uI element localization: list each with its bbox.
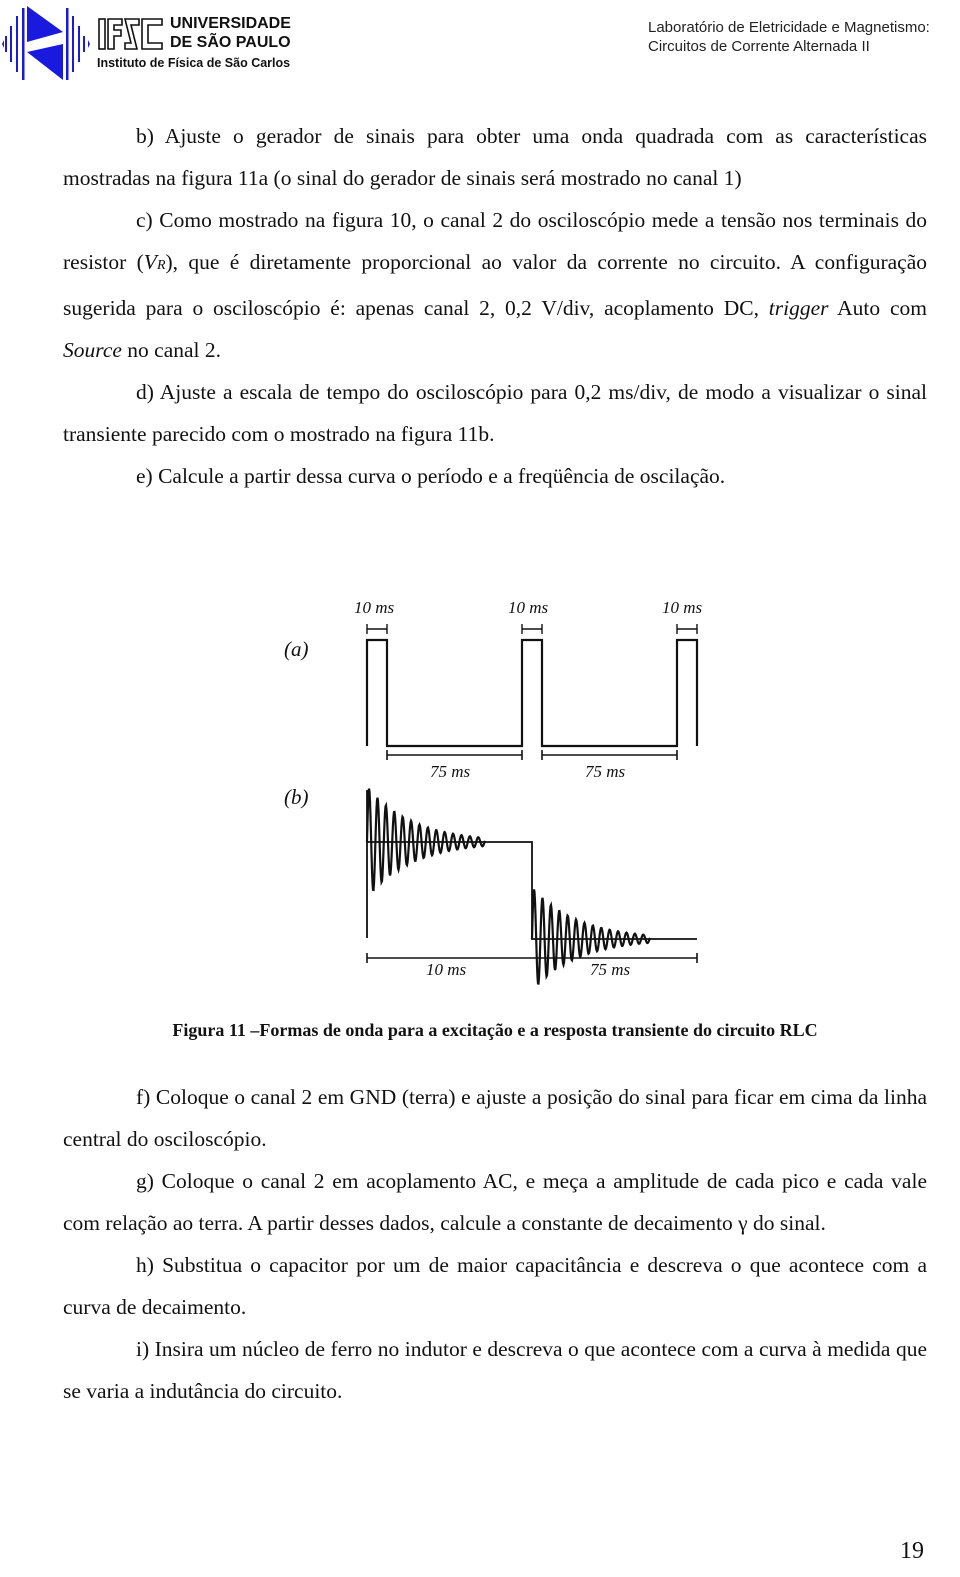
pulse-label: 10 ms xyxy=(662,598,703,617)
step-f: f) Coloque o canal 2 em GND (terra) e aj… xyxy=(63,1085,927,1151)
damped-oscillation-1 xyxy=(365,788,487,892)
step-h: h) Substitua o capacitor por um de maior… xyxy=(63,1253,927,1319)
label-b: (b) xyxy=(284,785,309,809)
figure-11-waveforms: 10 ms 10 ms 10 ms 75 ms 75 ms 10 ms 75 m… xyxy=(284,598,703,985)
low-width-marker xyxy=(386,750,678,760)
square-wave xyxy=(365,638,699,748)
low-label: 75 ms xyxy=(430,762,471,781)
low-label: 75 ms xyxy=(585,762,626,781)
instructions-bottom: f) Coloque o canal 2 em GND (terra) e aj… xyxy=(63,1076,927,1412)
pulse-width-marker xyxy=(366,624,698,634)
pulse-label: 10 ms xyxy=(354,598,395,617)
step-g: g) Coloque o canal 2 em acoplamento AC, … xyxy=(63,1169,927,1235)
time-scale-marker xyxy=(366,953,698,963)
figure-caption: Figura 11 –Formas de onda para a excitaç… xyxy=(172,1020,818,1040)
bottom-left-label: 10 ms xyxy=(426,960,467,979)
label-a: (a) xyxy=(284,637,309,661)
step-i: i) Insira um núcleo de ferro no indutor … xyxy=(63,1337,927,1403)
page-number: 19 xyxy=(900,1538,924,1564)
pulse-label: 10 ms xyxy=(508,598,549,617)
bottom-right-label: 75 ms xyxy=(590,960,631,979)
